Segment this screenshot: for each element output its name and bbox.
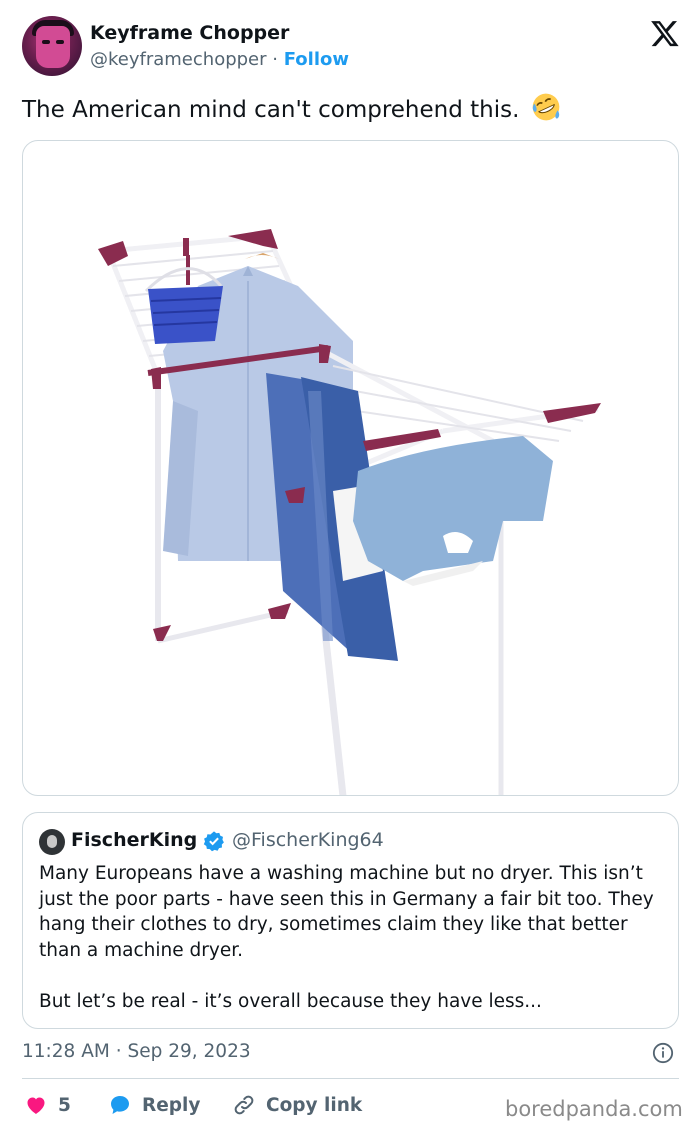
tweet-body: The American mind can't comprehend this. [22, 97, 520, 123]
speech-bubble-icon [111, 1096, 129, 1114]
watermark: boredpanda.com [505, 1097, 683, 1121]
tweet-text: The American mind can't comprehend this. [22, 92, 561, 123]
quoted-author-handle[interactable]: @FischerKing64 [232, 829, 384, 851]
author-handle[interactable]: @keyframechopper [90, 49, 267, 70]
avatar-face [36, 26, 70, 68]
avatar-eye [42, 40, 50, 44]
reply-button[interactable]: Reply [108, 1090, 200, 1120]
tweet-timestamp[interactable]: 11:28 AM · Sep 29, 2023 [22, 1041, 251, 1062]
like-count: 5 [58, 1094, 71, 1116]
follow-button[interactable]: Follow [284, 49, 349, 70]
timestamp-separator: · [115, 1041, 122, 1062]
link-icon [234, 1095, 254, 1115]
tweet-photo[interactable] [22, 140, 679, 796]
info-icon[interactable] [652, 1042, 674, 1064]
quoted-paragraph-1: Many Europeans have a washing machine bu… [39, 863, 654, 961]
quoted-tweet[interactable]: FischerKing @FischerKing64 Many European… [22, 812, 679, 1029]
author-avatar[interactable] [22, 16, 82, 76]
quoted-paragraph-2: But let’s be real - it’s overall because… [39, 990, 542, 1012]
heart-icon [27, 1097, 45, 1114]
verified-badge-icon [203, 831, 224, 852]
divider [22, 1078, 679, 1079]
rolling-on-floor-laughing-icon [532, 93, 560, 121]
reply-label: Reply [142, 1094, 201, 1116]
author-display-name[interactable]: Keyframe Chopper [90, 22, 289, 44]
quoted-tweet-body: Many Europeans have a washing machine bu… [39, 861, 669, 1014]
x-logo-icon[interactable] [650, 18, 680, 48]
handle-separator: · [272, 49, 278, 70]
tweet-time: 11:28 AM [22, 1041, 110, 1062]
quoted-avatar-face [47, 835, 57, 848]
avatar-eye [56, 40, 64, 44]
clothes-drying-rack-illustration [98, 229, 601, 795]
quoted-author-avatar[interactable] [39, 829, 65, 855]
tweet-header: Keyframe Chopper @keyframechopper · Foll… [22, 16, 682, 78]
tweet-date: Sep 29, 2023 [127, 1041, 251, 1062]
like-button[interactable]: 5 [24, 1090, 71, 1120]
author-handle-row: @keyframechopper · Follow [90, 49, 349, 70]
copy-link-button[interactable]: Copy link [232, 1090, 362, 1120]
copy-link-label: Copy link [266, 1094, 363, 1116]
quoted-author-name[interactable]: FischerKing [71, 829, 197, 851]
